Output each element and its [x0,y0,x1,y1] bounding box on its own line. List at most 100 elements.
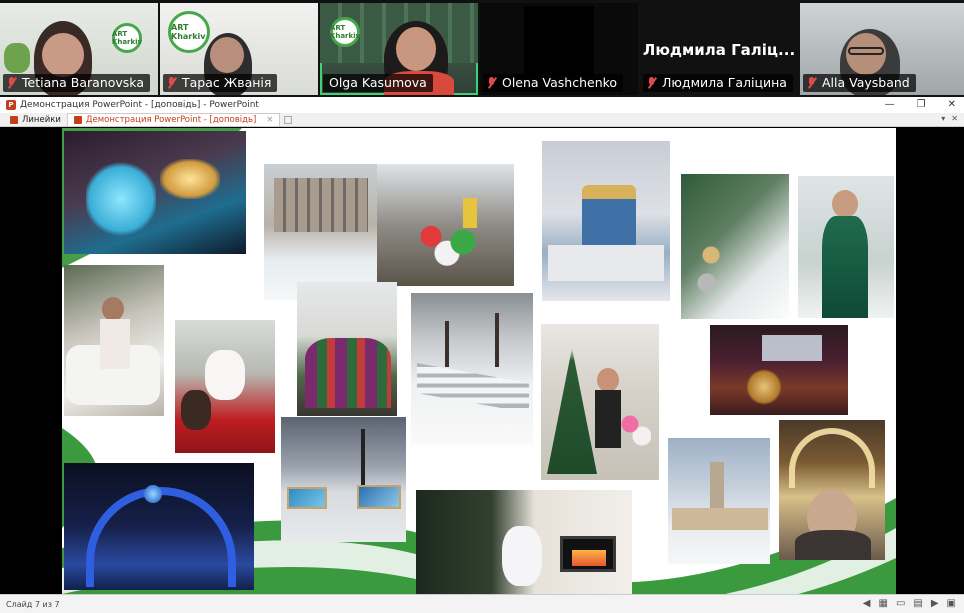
participant-face [210,37,244,73]
art-kharkiv-logo: ART Kharkiv [330,17,360,47]
tab-slideshow[interactable]: Демонстрация PowerPoint - [доповідь] × [66,113,281,126]
previous-slide-icon[interactable]: ◀ [863,598,871,609]
powerpoint-icon [73,116,82,124]
photo-woman-fireplace [416,490,632,594]
photo-detail [144,485,162,503]
glasses [848,47,884,55]
photo-detail [100,319,130,369]
photo-ice-sculpture-night [64,131,246,254]
plant-decor [4,43,30,73]
photo-arch-lights [64,463,254,590]
participant-tile-3-active[interactable]: ART Kharkiv Olga Kasumova [320,3,478,95]
screen: ART Kharkiv Tetiana Baranovska ART Khark… [0,0,964,613]
photo-detail [502,526,542,586]
photo-woman-green-dress [798,176,894,318]
participant-name: Olga Kasumova [329,75,427,90]
photo-detail [560,536,616,572]
photo-detail [86,487,236,587]
photo-santa-claus [175,320,275,453]
participant-nameplate: Olena Vashchenko [483,74,624,92]
tab-label: Демонстрация PowerPoint - [доповідь] [85,115,257,125]
participant-strip: ART Kharkiv Tetiana Baranovska ART Khark… [0,0,964,97]
participant-nameplate: Alla Vaysband [803,74,916,92]
photo-woman-light-arch [779,420,885,560]
photo-detail [205,350,245,400]
mic-muted-icon [486,76,498,90]
slide [62,128,896,594]
window-title: Демонстрация PowerPoint - [доповідь] - P… [20,100,259,110]
photo-detail [548,245,664,281]
tab-label: Линейки [22,114,61,125]
camera-off-area [524,6,594,76]
minimize-button[interactable]: — [885,97,895,113]
window-titlebar: P Демонстрация PowerPoint - [доповідь] -… [0,97,964,113]
status-tools: ◀ ▦ ▭ ▤ ▶ ▣ [863,598,956,609]
photo-detail [595,390,621,448]
art-kharkiv-logo: ART Kharkiv [112,23,142,53]
powerpoint-icon: P [6,100,16,110]
photo-detail [463,198,477,228]
slide-counter: Слайд 7 из 7 [6,599,60,609]
restore-button[interactable]: ❐ [917,97,926,113]
photo-detail [181,390,211,430]
photo-detail [274,178,368,232]
photo-detail [582,185,636,255]
photo-cathedral-winter [542,141,670,301]
participant-tile-1[interactable]: ART Kharkiv Tetiana Baranovska [0,3,158,95]
photo-detail [691,234,731,304]
window-controls: — ❐ ✕ [885,97,956,113]
fullscreen-icon[interactable]: ▣ [947,598,956,609]
photo-detail [86,159,156,239]
participant-nameplate: Olga Kasumova [323,74,433,92]
photo-detail [710,462,724,522]
photo-detail [746,369,782,405]
photo-tower-winter [668,438,770,564]
photo-detail [160,159,220,199]
photo-detail [445,321,449,367]
photo-detail [832,190,858,218]
photo-snowy-bench [411,293,533,445]
next-slide-icon[interactable]: ▶ [931,598,939,609]
photo-detail [287,487,327,509]
photo-detail [102,297,124,321]
reading-view-icon[interactable]: ▤ [913,598,922,609]
participant-nameplate: Tetiana Baranovska [3,74,150,92]
photo-detail [361,429,365,489]
participant-face [396,27,436,71]
photo-detail [762,335,822,361]
tab-controls: ▾ ✕ [941,114,958,123]
new-tab-icon [284,115,293,124]
participant-name: Тарас Жванія [182,75,272,90]
photo-woman-white-sofa [64,265,164,416]
participant-tile-4[interactable]: Olena Vashchenko [480,3,638,95]
photo-detail [357,485,401,509]
mic-muted-icon [806,76,818,90]
powerpoint-icon [10,115,18,124]
participant-tile-5[interactable]: Людмила Галіц... Людмила Галіцина [640,3,798,95]
photo-detail [305,338,391,408]
slide-sorter-icon[interactable]: ▦ [878,598,887,609]
normal-view-icon[interactable]: ▭ [896,598,905,609]
tab-close-all-icon[interactable]: ✕ [951,114,958,123]
participant-tile-6[interactable]: Alla Vaysband [800,3,964,95]
slide-area [0,128,964,594]
participant-name: Tetiana Baranovska [22,75,144,90]
participant-name: Людмила Галіцина [662,75,787,90]
tab-rulers[interactable]: Линейки [4,113,67,126]
dropdown-icon[interactable]: ▾ [941,114,945,123]
photo-detail [572,550,606,566]
photo-detail [547,348,597,474]
close-button[interactable]: ✕ [948,97,956,113]
participant-nameplate: Людмила Галіцина [643,74,793,92]
photo-palace-lights [710,325,848,415]
participant-name: Olena Vashchenko [502,75,618,90]
new-tab-button[interactable] [280,113,296,126]
tab-close-icon[interactable]: × [266,115,273,125]
photo-detail [417,363,529,413]
photo-detail [822,216,868,318]
participant-tile-2[interactable]: ART Kharkiv Тарас Жванія [160,3,318,95]
photo-detail [407,214,487,270]
status-bar: Слайд 7 из 7 ◀ ▦ ▭ ▤ ▶ ▣ [0,594,964,613]
photo-detail [672,508,768,530]
mic-muted-icon [6,76,18,90]
